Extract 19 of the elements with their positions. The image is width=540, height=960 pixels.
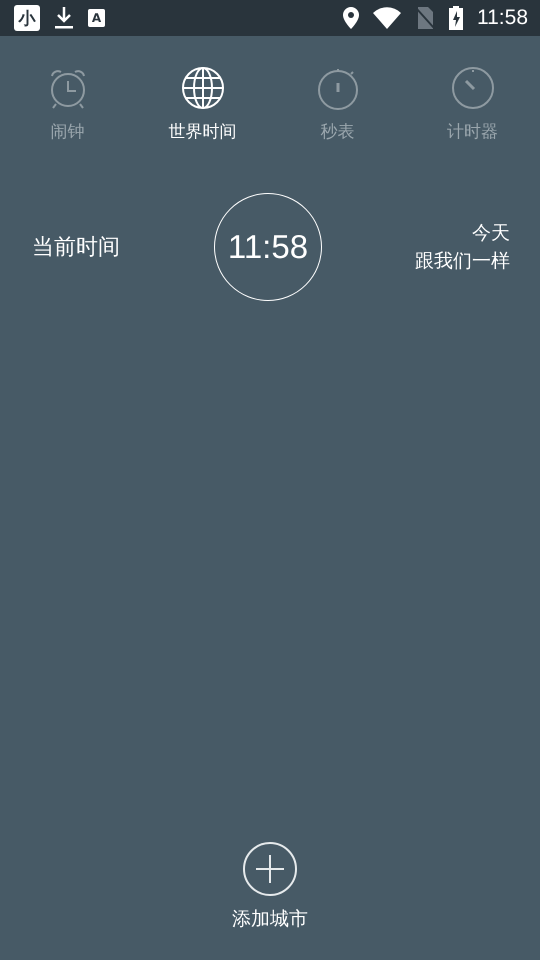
no-sim-icon — [415, 7, 435, 29]
clock-label: 当前时间 — [32, 234, 121, 262]
offset-text: 跟我们一样 — [415, 249, 510, 274]
text-notification-icon: A — [88, 9, 105, 27]
clock-time: 11:58 — [228, 228, 308, 266]
download-icon — [54, 6, 74, 30]
battery-charging-icon — [449, 6, 463, 30]
location-icon — [343, 7, 359, 29]
wifi-icon — [373, 7, 401, 29]
tab[interactable]: 世界时间 — [142, 64, 262, 143]
day-text: 今天 — [472, 221, 510, 246]
tab[interactable]: 闹钟 — [8, 64, 128, 143]
tab[interactable]: 计时器 — [412, 64, 532, 143]
add-city-label[interactable]: 添加城市 — [232, 906, 308, 932]
plus-icon — [255, 854, 285, 884]
app-notification-icon: 小 — [14, 5, 40, 31]
add-button[interactable] — [243, 842, 297, 896]
tab[interactable]: 秒表 — [278, 64, 398, 143]
status-time: 11:58 — [477, 6, 528, 30]
